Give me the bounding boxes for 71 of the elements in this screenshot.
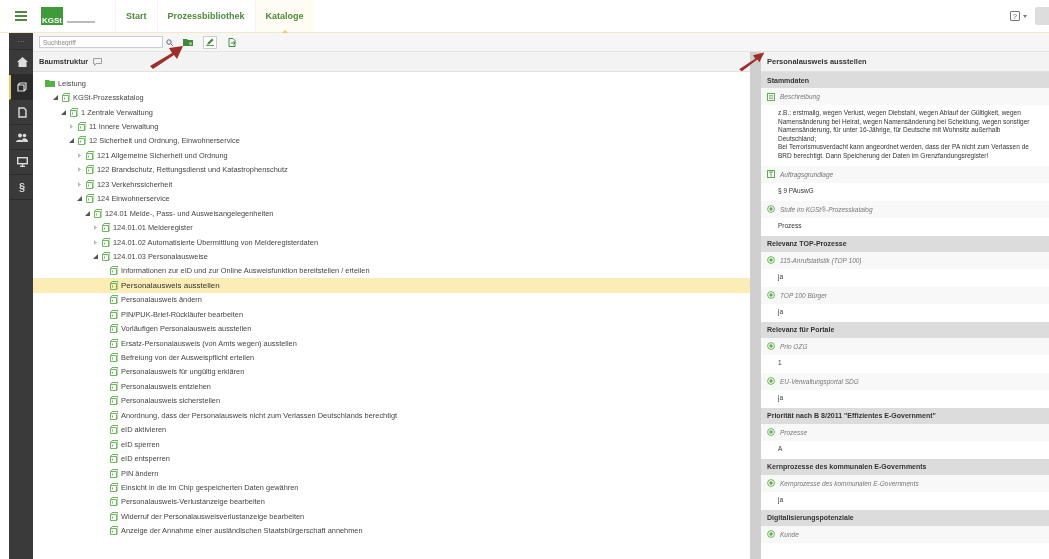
nav-tab[interactable]: Kataloge <box>254 0 314 32</box>
radio-field-icon <box>767 291 775 300</box>
home-icon <box>16 57 28 67</box>
nav-tab[interactable]: Start <box>115 0 157 32</box>
text-field-icon <box>767 92 775 101</box>
catalog-icon <box>109 266 118 276</box>
catalog-icon <box>85 150 94 160</box>
collapse-icon[interactable] <box>53 95 58 101</box>
logo-tagline <box>67 21 95 23</box>
catalog-icon <box>109 526 118 536</box>
menu-icon[interactable] <box>15 11 27 21</box>
catalog-icon <box>109 381 118 391</box>
paragraph-sign: § <box>18 181 26 193</box>
type-field-icon <box>767 170 775 179</box>
collapse-icon[interactable] <box>93 253 98 259</box>
radio-field-icon <box>767 205 775 214</box>
caret-icon <box>1023 14 1027 18</box>
catalog-icon <box>109 511 118 521</box>
edit-button[interactable] <box>203 35 217 49</box>
catalog-icon <box>109 439 118 449</box>
catalog-icon <box>69 107 78 117</box>
collapse-icon[interactable] <box>61 109 66 115</box>
sidebar-item[interactable]: § <box>9 175 33 200</box>
radio-field-icon <box>767 342 775 351</box>
tree-label: Personalausweis ausstellen <box>121 280 220 290</box>
catalog-icon <box>93 208 102 218</box>
collapse-icon[interactable] <box>69 138 74 144</box>
catalog-icon <box>109 338 118 348</box>
annotation-arrow <box>737 51 765 72</box>
catalog-icon <box>109 309 118 319</box>
catalog-icon <box>109 280 118 290</box>
sidebar-item[interactable] <box>9 75 33 100</box>
collapse-icon[interactable] <box>85 210 90 216</box>
catalog-icon <box>109 295 118 305</box>
catalog-icon <box>85 194 94 204</box>
catalog-icon <box>101 237 110 247</box>
document-icon <box>17 106 27 118</box>
logo: KGSt <box>41 7 63 25</box>
catalog-icon <box>85 179 94 189</box>
catalog-icon <box>109 353 118 363</box>
catalog-icon <box>109 367 118 377</box>
catalog-icon <box>109 482 118 492</box>
radio-field-icon <box>767 479 775 488</box>
tree-item[interactable]: Personalausweis ausstellen <box>33 278 750 293</box>
catalog-icon <box>77 136 86 146</box>
monitor-icon <box>16 157 28 167</box>
export-button[interactable] <box>225 35 239 49</box>
folder-icon <box>45 79 55 88</box>
catalog-icon <box>109 324 118 334</box>
catalog-icon <box>109 410 118 420</box>
radio-field-icon <box>767 530 775 539</box>
catalog-icon <box>109 425 118 435</box>
catalog-icon <box>101 223 110 233</box>
people-icon <box>16 132 28 142</box>
catalog-icon <box>109 468 118 478</box>
annotation-arrow <box>148 44 184 70</box>
radio-field-icon <box>767 256 775 265</box>
catalog-icon <box>101 251 110 261</box>
catalog-icon <box>77 122 86 132</box>
catalog-icon <box>17 82 27 92</box>
nav-tab[interactable]: Prozessbibliothek <box>156 0 255 32</box>
radio-field-icon <box>767 428 775 437</box>
catalog-icon <box>109 396 118 406</box>
comment-icon[interactable] <box>93 57 103 66</box>
catalog-icon <box>109 497 118 507</box>
catalog-icon <box>109 454 118 464</box>
search-icon[interactable] <box>166 38 173 46</box>
radio-field-icon <box>767 377 775 386</box>
catalog-icon <box>85 165 94 175</box>
catalog-icon <box>61 93 70 103</box>
collapse-icon[interactable] <box>77 196 82 202</box>
